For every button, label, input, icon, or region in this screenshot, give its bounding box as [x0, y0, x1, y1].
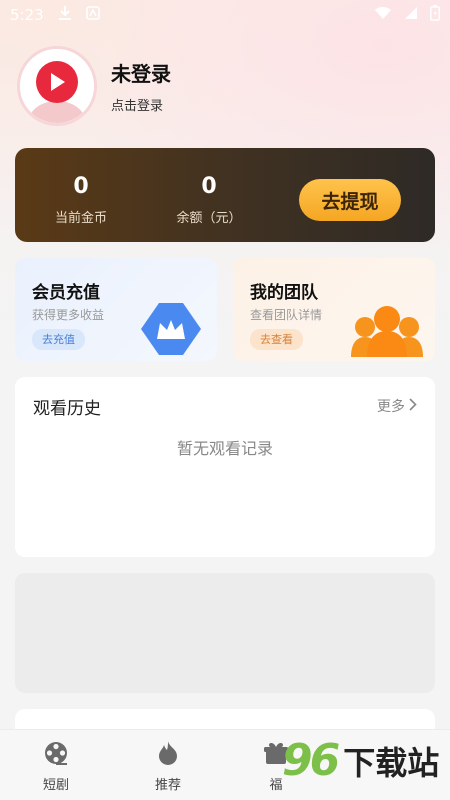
team-view-button[interactable]: 去查看	[250, 329, 303, 350]
history-more-label: 更多	[377, 399, 405, 415]
site-watermark-logo: 96 下载站	[282, 735, 439, 786]
status-time: 5:23	[10, 6, 44, 24]
download-icon	[58, 5, 72, 25]
profile-header[interactable]: 未登录 点击登录	[17, 46, 171, 126]
avatar-default-icon	[20, 49, 94, 123]
chevron-right-icon	[409, 397, 417, 415]
coins-label: 当前金币	[54, 211, 107, 226]
vip-card-title: 会员充值	[32, 283, 100, 303]
team-card-subtitle: 查看团队详情	[250, 308, 323, 322]
login-status-title[interactable]: 未登录	[111, 58, 171, 87]
avatar[interactable]	[17, 46, 97, 126]
nav-label: 推荐	[154, 778, 181, 793]
withdraw-button[interactable]: 去提现	[299, 179, 401, 221]
coins-stat: 0 当前金币	[26, 174, 136, 226]
app-notification-icon	[85, 6, 100, 24]
team-card-title: 我的团队	[250, 283, 318, 303]
crown-icon	[135, 299, 207, 361]
wallet-card: 0 当前金币 0 余额（元） 去提现	[15, 148, 435, 242]
nav-label: 短剧	[42, 778, 69, 793]
status-bar: 5:23	[0, 0, 450, 30]
history-empty-text: 暂无观看记录	[176, 439, 273, 458]
watermark-text: 下载站	[343, 743, 440, 782]
film-reel-icon	[43, 742, 69, 770]
vip-recharge-card[interactable]: 会员充值 获得更多收益 去充值	[15, 258, 217, 361]
balance-value: 0	[201, 174, 217, 199]
flame-icon	[156, 741, 180, 770]
signal-icon	[404, 6, 418, 24]
my-team-card[interactable]: 我的团队 查看团队详情 去查看	[233, 258, 435, 361]
wifi-icon	[374, 6, 392, 24]
vip-recharge-button[interactable]: 去充值	[32, 329, 85, 350]
nav-tab-short-drama[interactable]: 短剧	[26, 740, 86, 793]
vip-card-subtitle: 获得更多收益	[32, 308, 105, 322]
balance-label: 余额（元）	[176, 211, 242, 226]
watch-history-section: 观看历史 更多 暂无观看记录	[15, 377, 435, 557]
team-people-icon	[351, 301, 423, 361]
battery-icon	[430, 5, 440, 25]
banner-placeholder	[15, 573, 435, 693]
coins-value: 0	[73, 174, 89, 199]
balance-stat: 0 余额（元）	[154, 174, 264, 226]
history-more-link[interactable]: 更多	[377, 396, 417, 416]
nav-tab-recommend[interactable]: 推荐	[138, 740, 198, 793]
login-link[interactable]: 点击登录	[111, 95, 171, 114]
history-title: 观看历史	[33, 399, 101, 419]
watermark-digits: 96	[282, 735, 340, 786]
